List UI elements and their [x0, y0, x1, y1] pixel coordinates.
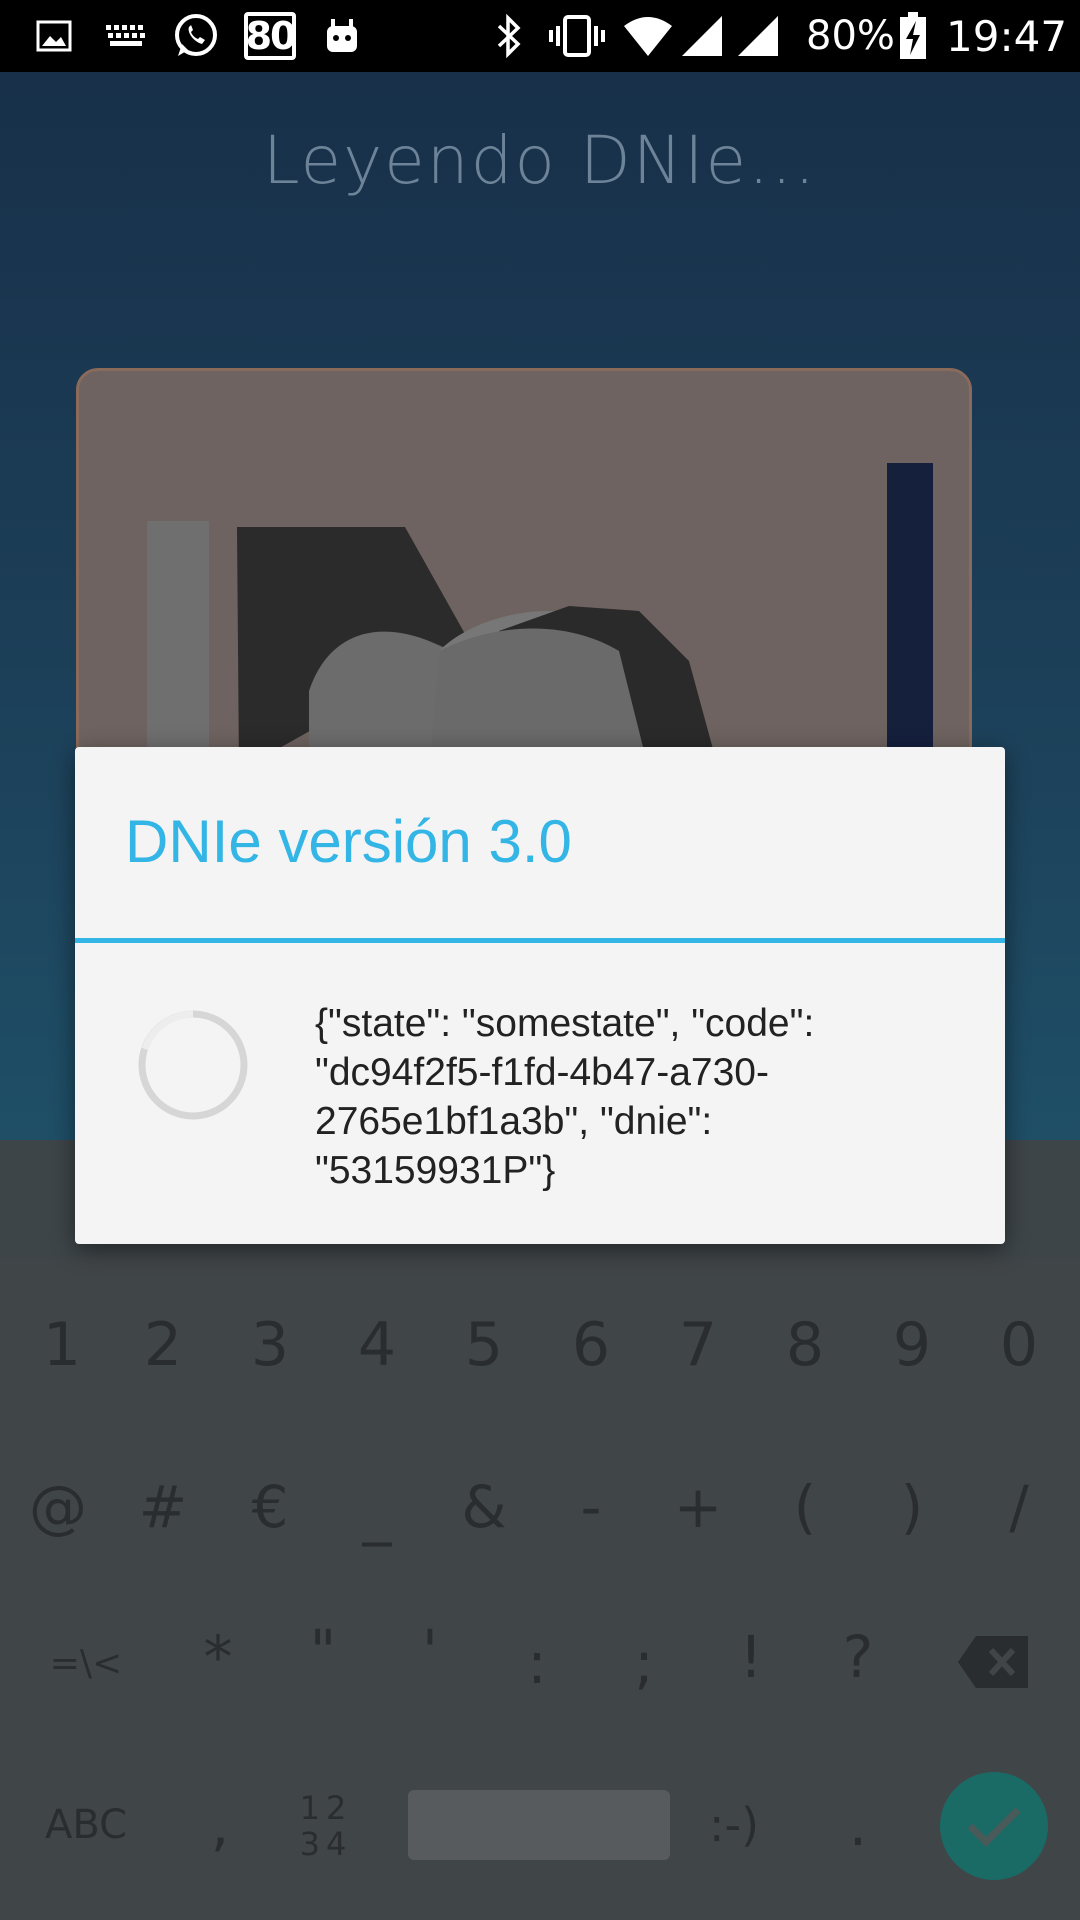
key-2[interactable]: 2: [113, 1290, 213, 1400]
clock: 19:47: [946, 11, 1068, 61]
status-bar: 80 80% 19:47: [0, 0, 1080, 72]
key-more-symbols[interactable]: =\<: [36, 1608, 136, 1718]
signal-icon-2: [736, 0, 780, 72]
key-close-paren[interactable]: ): [862, 1452, 962, 1562]
key-5[interactable]: 5: [434, 1290, 534, 1400]
key-3[interactable]: 3: [220, 1290, 320, 1400]
dialog-divider: [75, 938, 1005, 943]
key-7[interactable]: 7: [648, 1290, 748, 1400]
key-numpad[interactable]: 12 34: [276, 1786, 376, 1866]
key-hash[interactable]: #: [113, 1452, 213, 1562]
key-at[interactable]: @: [8, 1452, 108, 1562]
battery-charging-icon: [898, 0, 928, 72]
key-4[interactable]: 4: [327, 1290, 427, 1400]
key-8[interactable]: 8: [755, 1290, 855, 1400]
key-9[interactable]: 9: [862, 1290, 962, 1400]
key-underscore[interactable]: _: [327, 1458, 427, 1568]
check-icon[interactable]: [940, 1772, 1048, 1880]
loading-spinner-icon: [137, 1009, 249, 1121]
android-icon: [322, 0, 362, 72]
key-0[interactable]: 0: [969, 1290, 1069, 1400]
signal-icon: [680, 0, 724, 72]
key-minus[interactable]: -: [541, 1452, 641, 1562]
key-double-quote[interactable]: ": [273, 1596, 373, 1706]
key-ampersand[interactable]: &: [434, 1452, 534, 1562]
badge-icon: 80: [244, 12, 296, 60]
page-title: Leyendo DNIe...: [262, 122, 818, 199]
key-exclamation[interactable]: !: [701, 1602, 801, 1712]
numpad-label-bottom: 34: [299, 1825, 353, 1863]
key-6[interactable]: 6: [541, 1290, 641, 1400]
key-1[interactable]: 1: [12, 1290, 112, 1400]
dnie-card-illustration: [76, 368, 972, 768]
key-comma[interactable]: ,: [170, 1770, 270, 1880]
wifi-icon: [622, 0, 674, 72]
key-plus[interactable]: +: [648, 1452, 748, 1562]
key-euro[interactable]: €: [220, 1452, 320, 1562]
numpad-label-top: 12: [299, 1789, 353, 1827]
key-period[interactable]: .: [808, 1770, 908, 1880]
key-slash[interactable]: /: [969, 1452, 1069, 1562]
key-open-paren[interactable]: (: [755, 1452, 855, 1562]
key-asterisk[interactable]: *: [168, 1602, 268, 1712]
backspace-icon[interactable]: [956, 1634, 1030, 1690]
key-colon[interactable]: :: [487, 1608, 587, 1718]
key-question[interactable]: ?: [808, 1602, 908, 1712]
dialog-message: {"state": "somestate", "code": "dc94f2f5…: [315, 1002, 815, 1192]
progress-dialog: DNIe versión 3.0 {"state": "somestate", …: [75, 747, 1005, 1244]
whatsapp-icon: [172, 0, 220, 72]
key-emoticon[interactable]: :-): [684, 1770, 784, 1880]
image-icon: [36, 0, 72, 72]
key-abc[interactable]: ABC: [16, 1770, 156, 1880]
keyboard-icon: [104, 0, 148, 72]
key-semicolon[interactable]: ;: [594, 1608, 694, 1718]
space-key[interactable]: [408, 1790, 670, 1860]
dialog-title: DNIe versión 3.0: [125, 808, 572, 875]
battery-percent: 80%: [806, 13, 895, 59]
bluetooth-icon: [494, 0, 524, 72]
vibrate-icon: [548, 0, 606, 72]
key-single-quote[interactable]: ': [380, 1596, 480, 1706]
